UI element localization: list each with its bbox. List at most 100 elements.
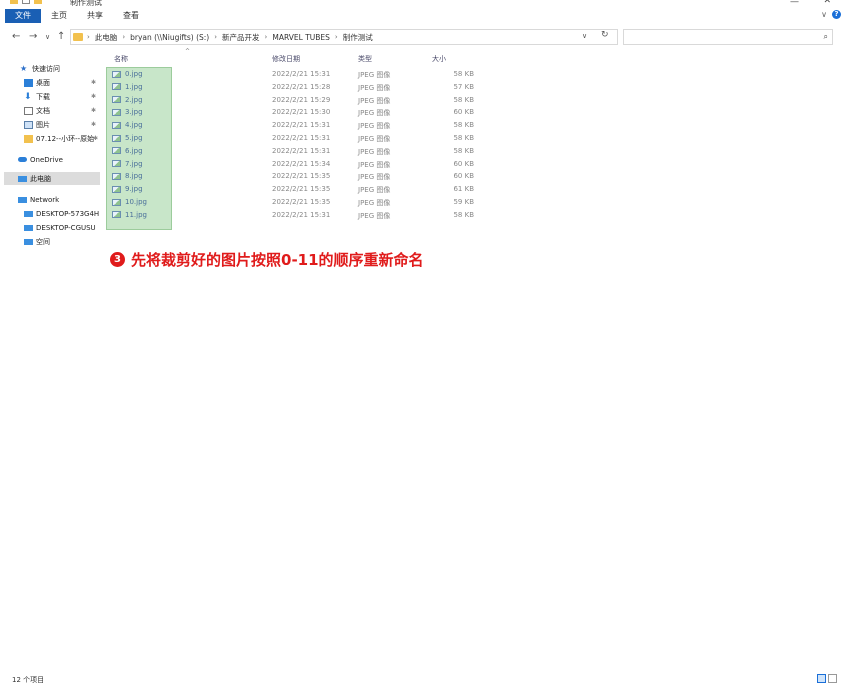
nav-item-label: 下载	[36, 92, 50, 101]
file-date: 2022/2/21 15:31	[272, 210, 331, 219]
file-name-cell[interactable]: 4.jpg	[112, 121, 143, 129]
nav-item-label: OneDrive	[30, 155, 63, 164]
tab-share[interactable]: 共享	[77, 9, 113, 23]
close-button[interactable]: ✕	[823, 0, 831, 6]
nav-item-desktop-573g4h[interactable]: DESKTOP-573G4H	[24, 207, 100, 220]
nav-item-downloads[interactable]: ⬇ 下载 ✱	[24, 90, 100, 103]
file-name-cell[interactable]: 2.jpg	[112, 96, 143, 104]
recent-locations-button[interactable]: ∨	[45, 30, 50, 44]
breadcrumb-drive[interactable]: bryan (\\Niugifts) (S:)	[130, 33, 209, 42]
ribbon-controls: ∨ ?	[821, 10, 841, 19]
pin-icon: ✱	[90, 93, 96, 100]
back-button[interactable]: ←	[12, 30, 20, 44]
file-size: 58 KB	[453, 134, 474, 142]
properties-icon[interactable]	[22, 0, 30, 4]
nav-item-documents[interactable]: 文档 ✱	[24, 104, 100, 117]
view-switcher	[817, 674, 837, 683]
file-date: 2022/2/21 15:31	[272, 121, 331, 130]
pin-icon: ✱	[90, 121, 96, 128]
breadcrumb-this-pc[interactable]: 此电脑	[95, 32, 118, 43]
table-row[interactable]: 10.jpg 2022/2/21 15:35 JPEG 图像 59 KB	[106, 197, 486, 210]
table-row[interactable]: 0.jpg 2022/2/21 15:31 JPEG 图像 58 KB	[106, 69, 486, 82]
file-type: JPEG 图像	[358, 186, 391, 195]
details-view-icon[interactable]	[817, 674, 826, 683]
navigation-pane: ★ 快速访问 桌面 ✱ ⬇ 下载 ✱ 文档 ✱ 图片 ✱ 07.12--小环--…	[0, 56, 104, 676]
table-row[interactable]: 3.jpg 2022/2/21 15:30 JPEG 图像 60 KB	[106, 107, 486, 120]
column-header-date[interactable]: 修改日期	[272, 54, 300, 66]
status-bar: 12 个项目	[0, 674, 845, 684]
file-name: 4.jpg	[125, 121, 143, 130]
title-bar: 制作测试 — ✕	[0, 0, 845, 8]
file-name: 7.jpg	[125, 159, 143, 168]
table-row[interactable]: 11.jpg 2022/2/21 15:31 JPEG 图像 58 KB	[106, 210, 486, 223]
nav-item-pictures[interactable]: 图片 ✱	[24, 118, 100, 131]
table-row[interactable]: 7.jpg 2022/2/21 15:34 JPEG 图像 60 KB	[106, 159, 486, 172]
file-name-cell[interactable]: 7.jpg	[112, 160, 143, 168]
up-button[interactable]: ↑	[57, 30, 65, 44]
file-size: 60 KB	[453, 159, 474, 168]
file-name-cell[interactable]: 9.jpg	[112, 185, 143, 193]
nav-item-desktop[interactable]: 桌面 ✱	[24, 76, 100, 89]
nav-item-onedrive[interactable]: OneDrive	[18, 153, 100, 166]
table-row[interactable]: 4.jpg 2022/2/21 15:31 JPEG 图像 58 KB	[106, 120, 486, 133]
file-size: 61 KB	[453, 185, 474, 194]
nav-item-label: 空间	[36, 237, 50, 246]
file-name: 11.jpg	[125, 210, 147, 219]
step-number-badge: 3	[110, 252, 125, 267]
file-name-cell[interactable]: 5.jpg	[112, 134, 143, 142]
column-header-type[interactable]: 类型	[358, 54, 372, 66]
table-row[interactable]: 6.jpg 2022/2/21 15:31 JPEG 图像 58 KB	[106, 146, 486, 159]
tab-view[interactable]: 查看	[113, 9, 149, 23]
table-row[interactable]: 2.jpg 2022/2/21 15:29 JPEG 图像 58 KB	[106, 95, 486, 108]
breadcrumb-marvel-tubes[interactable]: MARVEL TUBES	[272, 33, 330, 42]
search-icon: ⌕	[823, 32, 828, 41]
table-row[interactable]: 8.jpg 2022/2/21 15:35 JPEG 图像 60 KB	[106, 171, 486, 184]
expand-ribbon-icon[interactable]: ∨	[821, 10, 827, 19]
file-size: 58 KB	[453, 121, 474, 130]
table-row[interactable]: 1.jpg 2022/2/21 15:28 JPEG 图像 57 KB	[106, 82, 486, 95]
cloud-icon	[18, 157, 27, 162]
file-name-cell[interactable]: 3.jpg	[112, 108, 143, 116]
tab-file[interactable]: 文件	[5, 9, 41, 23]
computer-icon	[24, 210, 33, 217]
table-row[interactable]: 5.jpg 2022/2/21 15:31 JPEG 图像 58 KB	[106, 133, 486, 146]
file-date: 2022/2/21 15:35	[272, 172, 331, 181]
jpeg-file-icon	[112, 70, 121, 78]
jpeg-file-icon	[112, 211, 121, 219]
large-icons-view-icon[interactable]	[828, 674, 837, 683]
help-icon[interactable]: ?	[832, 10, 841, 19]
breadcrumb-current[interactable]: 制作测试	[343, 32, 373, 43]
folder-icon	[10, 0, 18, 4]
table-row[interactable]: 9.jpg 2022/2/21 15:35 JPEG 图像 61 KB	[106, 184, 486, 197]
tab-home[interactable]: 主页	[41, 9, 77, 23]
nav-item-desktop-cgusu[interactable]: DESKTOP-CGUSU	[24, 221, 100, 234]
nav-item-this-pc[interactable]: 此电脑	[4, 172, 100, 185]
column-header-name[interactable]: 名称	[114, 54, 128, 66]
new-folder-icon[interactable]	[34, 0, 42, 4]
nav-item-space[interactable]: 空间	[24, 235, 100, 248]
jpeg-file-icon	[112, 96, 121, 104]
file-name-cell[interactable]: 11.jpg	[112, 211, 147, 219]
breadcrumb-new-product[interactable]: 新产品开发	[222, 32, 260, 43]
file-name-cell[interactable]: 8.jpg	[112, 172, 143, 180]
jpeg-file-icon	[112, 185, 121, 193]
nav-item-pinned-folder[interactable]: 07.12--小环--原始 ✱	[24, 132, 100, 145]
pin-icon: ✱	[92, 135, 98, 142]
forward-button[interactable]: →	[29, 30, 37, 44]
refresh-button[interactable]: ↻	[601, 30, 609, 40]
nav-item-network[interactable]: Network	[18, 193, 100, 206]
column-header-size[interactable]: 大小	[432, 54, 446, 66]
file-name-cell[interactable]: 10.jpg	[112, 198, 147, 206]
file-name-cell[interactable]: 1.jpg	[112, 83, 143, 91]
address-dropdown-icon[interactable]: ∨	[582, 32, 587, 40]
minimize-button[interactable]: —	[790, 0, 799, 7]
nav-item-quick-access[interactable]: ★ 快速访问	[20, 62, 100, 75]
nav-item-label: Network	[30, 195, 60, 204]
item-count: 12 个项目	[12, 676, 45, 684]
search-input[interactable]: ⌕	[623, 29, 833, 45]
address-bar[interactable]: › 此电脑 › bryan (\\Niugifts) (S:) › 新产品开发 …	[70, 29, 618, 45]
file-name-cell[interactable]: 0.jpg	[112, 70, 143, 78]
file-type: JPEG 图像	[358, 109, 391, 118]
file-name-cell[interactable]: 6.jpg	[112, 147, 143, 155]
file-type: JPEG 图像	[358, 83, 391, 92]
